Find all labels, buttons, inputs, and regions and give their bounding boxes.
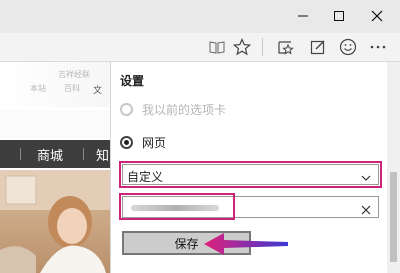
browser-toolbar	[0, 33, 400, 62]
scrollbar[interactable]	[387, 62, 400, 273]
radio-label: 网页	[142, 136, 167, 150]
reading-view-icon[interactable]	[207, 37, 227, 57]
feedback-smiley-icon[interactable]	[338, 37, 358, 57]
radio-webpage[interactable]: 网页	[120, 134, 166, 151]
annotation-arrow	[204, 233, 288, 255]
clear-icon[interactable]	[360, 201, 372, 220]
page-type-select[interactable]: 自定义	[122, 164, 379, 185]
favorites-star-icon[interactable]	[232, 37, 252, 57]
blur-text: 吉祥经联	[58, 70, 90, 79]
banner-photo	[0, 170, 110, 273]
highlight-box	[119, 193, 235, 220]
radio-button-checked[interactable]	[120, 136, 133, 149]
web-note-icon[interactable]	[308, 37, 328, 57]
child-illustration	[0, 170, 110, 273]
close-icon	[371, 10, 383, 22]
nav-divider	[83, 148, 84, 160]
toolbar-divider	[262, 38, 263, 56]
radio-label: 我以前的选项卡	[142, 103, 227, 117]
nav-divider	[20, 148, 21, 160]
blur-text: 百科	[64, 84, 80, 93]
radio-button[interactable]	[120, 103, 133, 116]
title-bar	[0, 0, 400, 34]
nav-item-partial[interactable]: 知	[96, 145, 109, 164]
maximize-button[interactable]	[322, 2, 356, 30]
more-icon[interactable]	[368, 37, 388, 57]
minimize-icon	[297, 10, 309, 22]
hub-icon[interactable]	[276, 37, 296, 57]
blur-text: 文	[93, 86, 103, 96]
blur-text: 本站	[30, 84, 46, 93]
nav-item-mall[interactable]: 商城	[37, 145, 63, 164]
web-page: 吉祥经联 本站 百科 文 商城 知	[0, 62, 110, 273]
minimize-button[interactable]	[286, 2, 320, 30]
radio-previous-tabs[interactable]: 我以前的选项卡	[120, 101, 226, 118]
close-button[interactable]	[360, 2, 394, 30]
scrollbar-thumb[interactable]	[390, 172, 397, 262]
chevron-down-icon	[360, 169, 372, 188]
site-navbar: 商城 知	[0, 140, 110, 168]
panel-title: 设置	[120, 74, 145, 88]
select-value: 自定义	[127, 170, 164, 184]
page-band	[0, 110, 110, 138]
maximize-icon	[333, 10, 345, 22]
